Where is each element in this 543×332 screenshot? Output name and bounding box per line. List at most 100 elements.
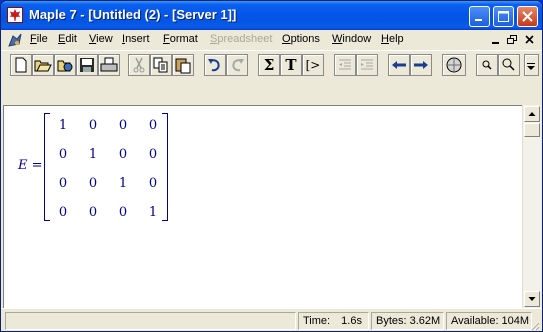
new-icon	[15, 57, 27, 73]
matrix-cell: 0	[118, 147, 128, 162]
print-icon	[100, 57, 118, 72]
zoom-in-button[interactable]	[476, 54, 498, 76]
matrix-cell: 1	[118, 176, 128, 191]
undo-icon	[208, 59, 220, 72]
new-button[interactable]	[10, 54, 32, 76]
outdent-button[interactable]	[334, 54, 356, 76]
indent-button[interactable]	[356, 54, 378, 76]
stop-button[interactable]	[442, 54, 466, 76]
menu-spreadsheet[interactable]: Spreadsheet	[210, 33, 272, 45]
menu-insert[interactable]: Insert	[122, 33, 150, 45]
matrix-cell: 1	[88, 147, 98, 162]
menu-help[interactable]: Help	[381, 33, 404, 45]
arrow-up-icon	[528, 112, 536, 116]
title-bar[interactable]: Maple 7 - [Untitled (2) - [Server 1]]	[1, 1, 542, 30]
forward-icon	[414, 61, 428, 69]
chevron-down-icon	[527, 63, 535, 70]
matrix-cell: 0	[58, 176, 68, 191]
indent-icon	[361, 59, 373, 70]
minimize-button[interactable]	[469, 6, 490, 27]
identity-matrix: 1 0 0 0 0 1 0 0 0 0 1 0 0 0 0 1	[44, 113, 168, 221]
matrix-cell: 0	[118, 205, 128, 220]
undo-button[interactable]	[204, 54, 226, 76]
close-button[interactable]	[517, 6, 538, 27]
status-bar: Time: 1.6s Bytes: 3.62M Available: 104M	[1, 308, 542, 331]
execution-group-icon: [>	[305, 58, 321, 72]
maple-leaf-icon	[7, 7, 23, 23]
menu-window[interactable]: Window	[332, 33, 371, 45]
menu-bar: File Edit View Insert Format Spreadsheet…	[1, 30, 542, 49]
redo-icon	[232, 59, 244, 72]
paste-icon	[175, 58, 191, 74]
cut-icon	[133, 57, 145, 73]
paste-button[interactable]	[172, 54, 194, 76]
cut-button[interactable]	[128, 54, 150, 76]
menu-view[interactable]: View	[89, 33, 113, 45]
outdent-icon	[339, 59, 351, 70]
matrix-name: E =	[18, 158, 43, 173]
minimize-icon	[475, 19, 482, 21]
time-label: Time:	[303, 315, 331, 327]
matrix-cell: 0	[58, 147, 68, 162]
open-url-button[interactable]	[54, 54, 76, 76]
redo-button[interactable]	[226, 54, 248, 76]
copy-icon	[153, 57, 168, 73]
menu-file[interactable]: File	[30, 33, 48, 45]
status-available: Available: 104M	[446, 312, 532, 330]
zoom-in-icon	[482, 60, 492, 70]
matrix-cell: 0	[58, 205, 68, 220]
status-bytes: Bytes: 3.62M	[371, 312, 444, 330]
save-button[interactable]	[76, 54, 98, 76]
scroll-down-button[interactable]	[524, 291, 540, 307]
back-button[interactable]	[388, 54, 410, 76]
worksheet[interactable]: E = 1 0 0 0 0 1 0 0 0 0 1 0 0 0 0 1	[3, 105, 523, 309]
matrix-variable: E	[18, 158, 28, 173]
math-input-button[interactable]: Σ	[258, 54, 280, 76]
matrix-cell: 0	[88, 176, 98, 191]
resize-grip-icon[interactable]	[528, 319, 540, 331]
matrix-cell: 0	[88, 118, 98, 133]
save-icon	[80, 58, 94, 72]
execution-group-button[interactable]: [>	[302, 54, 324, 76]
status-time: Time: 1.6s	[298, 312, 369, 330]
vertical-scrollbar[interactable]	[522, 105, 541, 308]
text-input-icon: T	[285, 56, 297, 74]
close-icon	[522, 11, 533, 22]
matrix-cell: 0	[88, 205, 98, 220]
stop-icon	[446, 57, 462, 73]
copy-button[interactable]	[150, 54, 172, 76]
math-input-icon: Σ	[263, 56, 275, 74]
matrix-cell: 0	[148, 147, 158, 162]
zoom-out-button[interactable]	[498, 54, 520, 76]
maximize-button[interactable]	[493, 6, 514, 27]
menu-options[interactable]: Options	[282, 33, 320, 45]
window-title: Maple 7 - [Untitled (2) - [Server 1]]	[29, 7, 237, 22]
document-system-menu-icon[interactable]	[7, 32, 23, 48]
print-button[interactable]	[98, 54, 120, 76]
text-input-button[interactable]: T	[280, 54, 302, 76]
matrix-cell: 0	[148, 118, 158, 133]
open-button[interactable]	[32, 54, 54, 76]
document-minimize-icon[interactable]	[489, 33, 503, 46]
back-icon	[392, 61, 406, 69]
equals-sign: =	[31, 158, 43, 173]
matrix-cell: 0	[118, 118, 128, 133]
scroll-up-button[interactable]	[524, 106, 540, 122]
toolbar-overflow-button[interactable]	[524, 54, 539, 76]
document-restore-icon[interactable]	[505, 33, 519, 46]
matrix-cell: 0	[148, 176, 158, 191]
left-bracket	[44, 113, 50, 221]
maximize-icon	[498, 11, 509, 22]
status-message	[5, 312, 296, 330]
toolbar: Σ T [>	[1, 50, 542, 79]
open-url-icon	[57, 60, 73, 72]
scroll-thumb[interactable]	[524, 123, 540, 137]
document-close-icon[interactable]	[523, 33, 537, 46]
open-icon	[34, 60, 52, 72]
menu-edit[interactable]: Edit	[58, 33, 77, 45]
context-toolbar	[1, 79, 542, 105]
forward-button[interactable]	[410, 54, 432, 76]
application-window: Maple 7 - [Untitled (2) - [Server 1]] Fi…	[0, 0, 543, 332]
menu-format[interactable]: Format	[163, 33, 198, 45]
matrix-cell: 1	[148, 205, 158, 220]
